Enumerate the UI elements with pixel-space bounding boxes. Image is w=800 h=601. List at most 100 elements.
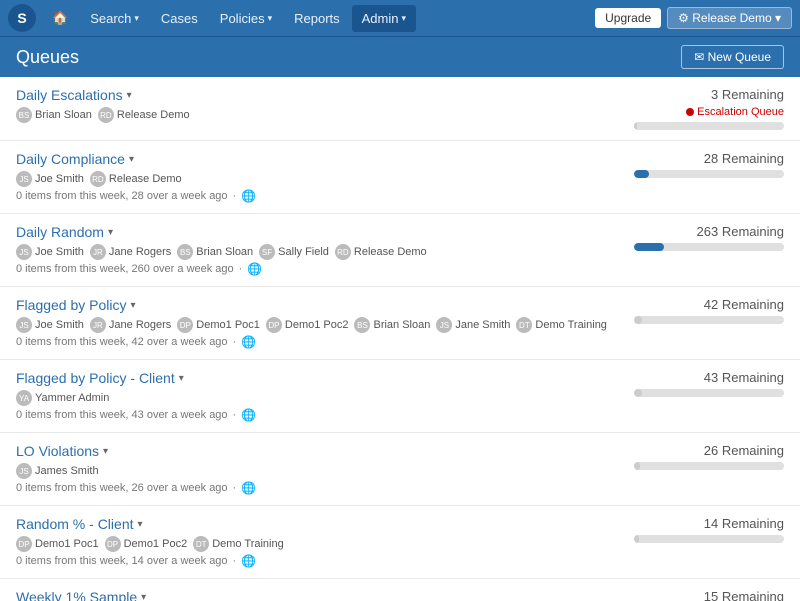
queue-meta-4: 0 items from this week, 43 over a week a… [16, 408, 624, 422]
avatar: BS [16, 107, 32, 123]
queue-name-0[interactable]: Daily Escalations ▾ [16, 87, 624, 103]
user-badge: DTDemo Training [516, 317, 607, 333]
navbar: S 🏠 Search ▾ Cases Policies ▾ Reports Ad… [0, 0, 800, 36]
globe-icon[interactable]: 🌐 [241, 554, 256, 568]
avatar: DP [177, 317, 193, 333]
escalation-text: Escalation Queue [697, 106, 784, 118]
globe-icon[interactable]: 🌐 [241, 408, 256, 422]
user-name: Demo Training [535, 319, 607, 331]
queue-left-4: Flagged by Policy - Client ▾ YAYammer Adm… [16, 370, 624, 422]
user-badge: YAYammer Admin [16, 390, 109, 406]
upgrade-button[interactable]: Upgrade [595, 8, 661, 28]
nav-admin[interactable]: Admin ▾ [352, 5, 416, 32]
remaining-count: 26 Remaining [704, 443, 784, 458]
queue-name-4[interactable]: Flagged by Policy - Client ▾ [16, 370, 624, 386]
avatar: JR [90, 244, 106, 260]
queue-name-2[interactable]: Daily Random ▾ [16, 224, 624, 240]
avatar: RD [98, 107, 114, 123]
user-badge: RDRelease Demo [90, 171, 182, 187]
queue-caret: ▾ [129, 154, 134, 165]
queue-name-text: Random % - Client [16, 516, 134, 532]
queue-users-3: JSJoe SmithJRJane RogersDPDemo1 Poc1DPDe… [16, 317, 624, 333]
user-name: Yammer Admin [35, 392, 109, 404]
queue-name-7[interactable]: Weekly 1% Sample ▾ [16, 589, 624, 601]
nav-items: 🏠 Search ▾ Cases Policies ▾ Reports Admi… [42, 4, 595, 32]
user-name: Brian Sloan [35, 109, 92, 121]
remaining-count: 43 Remaining [704, 370, 784, 385]
queue-meta-3: 0 items from this week, 42 over a week a… [16, 335, 624, 349]
progress-bar-fill [634, 535, 639, 543]
queue-right-5: 26 Remaining [624, 443, 784, 470]
queue-row: Daily Random ▾JSJoe SmithJRJane RogersBS… [0, 214, 800, 287]
progress-bar [634, 170, 784, 178]
nav-cases[interactable]: Cases [151, 5, 208, 32]
queue-users-0: BSBrian SloanRDRelease Demo [16, 107, 624, 123]
queue-users-6: DPDemo1 Poc1DPDemo1 Poc2DTDemo Training [16, 536, 624, 552]
queue-right-2: 263 Remaining [624, 224, 784, 251]
queue-name-6[interactable]: Random % - Client ▾ [16, 516, 624, 532]
avatar: JS [16, 317, 32, 333]
queue-left-7: Weekly 1% Sample ▾JSJoe SmithJRJane Roge… [16, 589, 624, 601]
queue-right-7: 15 Remaining [624, 589, 784, 601]
queue-name-text: Daily Escalations [16, 87, 123, 103]
nav-policies[interactable]: Policies ▾ [210, 5, 282, 32]
avatar: DP [266, 317, 282, 333]
queue-row: Daily Escalations ▾BSBrian SloanRDReleas… [0, 77, 800, 141]
queues-list: Daily Escalations ▾BSBrian SloanRDReleas… [0, 77, 800, 601]
progress-bar-fill [634, 316, 642, 324]
progress-bar-fill [634, 122, 637, 130]
queue-meta-text: 0 items from this week, 42 over a week a… [16, 336, 228, 348]
avatar: JS [16, 463, 32, 479]
user-name: Release Demo [354, 246, 427, 258]
queue-name-3[interactable]: Flagged by Policy ▾ [16, 297, 624, 313]
avatar: BS [177, 244, 193, 260]
progress-bar-fill [634, 462, 640, 470]
user-badge: BSBrian Sloan [16, 107, 92, 123]
user-badge: BSBrian Sloan [354, 317, 430, 333]
user-name: Jane Rogers [109, 246, 171, 258]
remaining-count: 263 Remaining [697, 224, 784, 239]
user-badge: SFSally Field [259, 244, 329, 260]
progress-bar-fill [634, 389, 642, 397]
queue-meta-1: 0 items from this week, 28 over a week a… [16, 189, 624, 203]
avatar: DP [16, 536, 32, 552]
queue-users-1: JSJoe Smith RDRelease Demo [16, 171, 624, 187]
queue-left-1: Daily Compliance ▾ JSJoe Smith RDRelease D… [16, 151, 624, 203]
nav-home[interactable]: 🏠 [42, 4, 78, 32]
user-badge: RDRelease Demo [335, 244, 427, 260]
progress-bar-fill [634, 243, 664, 251]
queue-meta-text: 0 items from this week, 26 over a week a… [16, 482, 228, 494]
user-badge: JSJoe Smith [16, 171, 84, 187]
user-name: Jane Smith [455, 319, 510, 331]
remaining-count: 15 Remaining [704, 589, 784, 601]
progress-bar [634, 316, 784, 324]
user-name: Demo1 Poc2 [124, 538, 188, 550]
new-queue-button[interactable]: ✉ New Queue [681, 45, 784, 69]
progress-bar [634, 122, 784, 130]
globe-icon[interactable]: 🌐 [241, 335, 256, 349]
queue-meta-text: 0 items from this week, 43 over a week a… [16, 409, 228, 421]
globe-icon[interactable]: 🌐 [241, 481, 256, 495]
nav-search[interactable]: Search ▾ [80, 5, 149, 32]
queue-name-5[interactable]: LO Violations ▾ [16, 443, 624, 459]
queue-row: Weekly 1% Sample ▾JSJoe SmithJRJane Roge… [0, 579, 800, 601]
progress-bar [634, 535, 784, 543]
user-name: Demo1 Poc1 [196, 319, 260, 331]
queue-meta-6: 0 items from this week, 14 over a week a… [16, 554, 624, 568]
user-badge: JSJane Smith [436, 317, 510, 333]
brand-logo[interactable]: S [8, 4, 36, 32]
globe-icon[interactable]: 🌐 [241, 189, 256, 203]
queue-left-6: Random % - Client ▾DPDemo1 Poc1DPDemo1 P… [16, 516, 624, 568]
globe-icon[interactable]: 🌐 [247, 262, 262, 276]
queue-meta-2: 0 items from this week, 260 over a week … [16, 262, 624, 276]
queue-left-3: Flagged by Policy ▾JSJoe SmithJRJane Rog… [16, 297, 624, 349]
queue-row: Flagged by Policy ▾JSJoe SmithJRJane Rog… [0, 287, 800, 360]
queue-name-1[interactable]: Daily Compliance ▾ [16, 151, 624, 167]
queue-right-3: 42 Remaining [624, 297, 784, 324]
queue-meta-text: 0 items from this week, 28 over a week a… [16, 190, 228, 202]
avatar: BS [354, 317, 370, 333]
release-demo-button[interactable]: ⚙ Release Demo ▾ [667, 7, 792, 29]
user-badge: JRJane Rogers [90, 317, 171, 333]
user-badge: JRJane Rogers [90, 244, 171, 260]
nav-reports[interactable]: Reports [284, 5, 350, 32]
